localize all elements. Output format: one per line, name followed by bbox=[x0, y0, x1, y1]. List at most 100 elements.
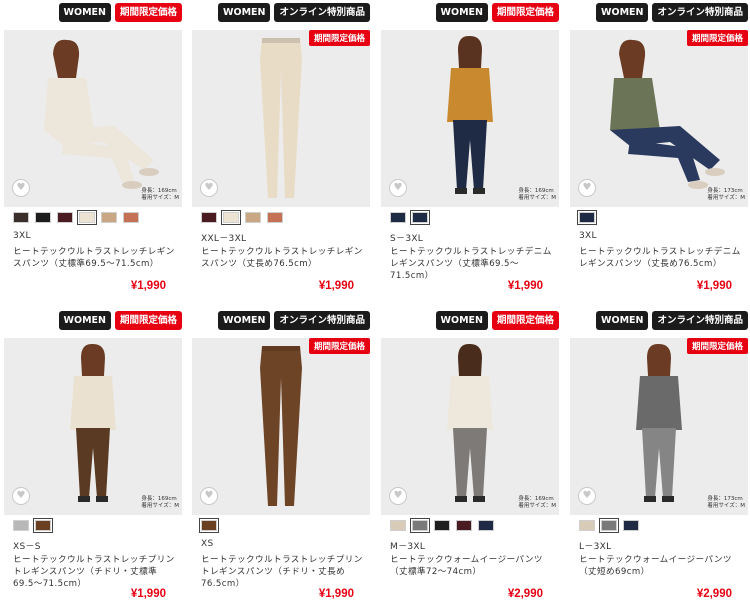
product-title[interactable]: ヒートテックウォームイージーパンツ（丈短め69cm） bbox=[579, 554, 744, 578]
badge-group: WOMEN オンライン特別商品 bbox=[218, 311, 370, 331]
favorite-heart-icon[interactable]: ♥ bbox=[200, 487, 218, 505]
favorite-heart-icon[interactable]: ♥ bbox=[389, 487, 407, 505]
product-card[interactable]: WOMEN オンライン特別商品 期間限定価格 ♥ 身長：173cm 着用サイズ：M 3XL ヒ… bbox=[570, 3, 748, 303]
color-swatch[interactable] bbox=[57, 212, 73, 223]
badge-group: WOMEN 期間限定価格 bbox=[58, 3, 182, 23]
product-price: ¥1,990 bbox=[318, 588, 354, 600]
color-swatch[interactable] bbox=[13, 520, 29, 531]
color-swatch[interactable] bbox=[390, 520, 406, 531]
color-swatch[interactable] bbox=[35, 212, 51, 223]
color-swatch[interactable] bbox=[623, 520, 639, 531]
limited-price-badge: 期間限定価格 bbox=[491, 3, 559, 22]
color-swatch[interactable] bbox=[599, 518, 619, 533]
model-note-line: 着用サイズ：M bbox=[707, 503, 745, 509]
model-note-line: 身長：169cm bbox=[141, 496, 177, 502]
limited-price-badge: 期間限定価格 bbox=[491, 311, 559, 330]
category-badge: WOMEN bbox=[58, 3, 111, 22]
product-card[interactable]: WOMEN 期間限定価格 ♥ 身長：169cm 着用サイズ：M 3XL ヒートテックウルトラ… bbox=[4, 3, 182, 303]
limited-price-tag: 期間限定価格 bbox=[686, 30, 748, 46]
model-note-line: 身長：169cm bbox=[518, 188, 554, 194]
product-image[interactable]: 期間限定価格 ♥ 身長：173cm 着用サイズ：M bbox=[570, 30, 748, 207]
favorite-heart-icon[interactable]: ♥ bbox=[12, 179, 30, 197]
badge-group: WOMEN 期間限定価格 bbox=[58, 311, 182, 331]
color-swatch[interactable] bbox=[579, 520, 595, 531]
color-swatch[interactable] bbox=[410, 210, 430, 225]
product-title[interactable]: ヒートテックウルトラストレッチレギンスパンツ（丈長め76.5cm） bbox=[201, 246, 366, 270]
product-title[interactable]: ヒートテックウルトラストレッチプリントレギンスパンツ（チドリ・丈長め76.5cm… bbox=[201, 554, 366, 590]
limited-price-tag: 期間限定価格 bbox=[686, 338, 748, 354]
color-swatch[interactable] bbox=[434, 520, 450, 531]
product-title[interactable]: ヒートテックウルトラストレッチプリントレギンスパンツ（チドリ・丈標準69.5〜7… bbox=[13, 554, 178, 590]
badge-group: WOMEN オンライン特別商品 bbox=[596, 3, 748, 23]
product-card[interactable]: WOMEN オンライン特別商品期間限定価格 ♥ XXL－3XL ヒートテックウルトラスト… bbox=[192, 3, 370, 303]
product-price: ¥1,990 bbox=[696, 280, 732, 292]
favorite-heart-icon[interactable]: ♥ bbox=[389, 179, 407, 197]
category-badge: WOMEN bbox=[58, 311, 111, 330]
model-note-line: 身長：173cm bbox=[707, 496, 743, 502]
product-image[interactable]: 期間限定価格 ♥ bbox=[192, 30, 370, 207]
product-card[interactable]: WOMEN 期間限定価格 ♥ 身長：169cm 着用サイズ：M S－3XL ヒートテックウル… bbox=[381, 3, 559, 303]
product-card[interactable]: WOMEN 期間限定価格 ♥ 身長：169cm 着用サイズ：M M－3XL ヒートテックウォ… bbox=[381, 311, 559, 603]
product-title[interactable]: ヒートテックウォームイージーパンツ（丈標準72〜74cm） bbox=[390, 554, 555, 578]
favorite-heart-icon[interactable]: ♥ bbox=[578, 487, 596, 505]
model-note-line: 身長：169cm bbox=[141, 188, 177, 194]
model-note-line: 身長：169cm bbox=[518, 496, 554, 502]
model-figure bbox=[447, 343, 493, 502]
color-swatch[interactable] bbox=[201, 212, 217, 223]
favorite-heart-icon[interactable]: ♥ bbox=[200, 179, 218, 197]
color-swatch[interactable] bbox=[267, 212, 283, 223]
model-figure bbox=[70, 343, 116, 502]
favorite-heart-icon[interactable]: ♥ bbox=[12, 487, 30, 505]
product-image[interactable]: ♥ 身長：169cm 着用サイズ：M bbox=[4, 338, 182, 515]
model-figure bbox=[636, 343, 682, 502]
color-swatches bbox=[199, 518, 219, 533]
color-swatch[interactable] bbox=[33, 518, 53, 533]
product-card[interactable]: WOMEN オンライン特別商品期間限定価格 ♥ 身長：173cm 着用サイズ：M L－3X… bbox=[570, 311, 748, 603]
product-grid: WOMEN 期間限定価格 ♥ 身長：169cm 着用サイズ：M 3XL ヒートテックウルトラ… bbox=[0, 0, 750, 603]
color-swatch[interactable] bbox=[101, 212, 117, 223]
color-swatch[interactable] bbox=[245, 212, 261, 223]
category-badge: オンライン特別商品 bbox=[274, 311, 370, 330]
size-range: S－3XL bbox=[390, 234, 424, 244]
badge-group: WOMEN オンライン特別商品 bbox=[218, 3, 370, 23]
color-swatch[interactable] bbox=[577, 210, 597, 225]
product-card[interactable]: WOMEN オンライン特別商品 期間限定価格 ♥ XS ヒートテックウルトラストレッチプリ… bbox=[192, 311, 370, 603]
color-swatch[interactable] bbox=[410, 518, 430, 533]
product-title[interactable]: ヒートテックウルトラストレッチデニムレギンスパンツ（丈標準69.5〜71.5cm… bbox=[390, 246, 555, 282]
color-swatch[interactable] bbox=[221, 210, 241, 225]
model-note-line: 着用サイズ：M bbox=[141, 503, 179, 509]
product-price: ¥2,990 bbox=[696, 588, 732, 600]
product-title[interactable]: ヒートテックウルトラストレッチレギンスパンツ（丈標準69.5〜71.5cm） bbox=[13, 246, 178, 270]
color-swatch[interactable] bbox=[199, 518, 219, 533]
category-badge: オンライン特別商品 bbox=[652, 311, 748, 330]
product-title[interactable]: ヒートテックウルトラストレッチデニムレギンスパンツ（丈長め76.5cm） bbox=[579, 246, 744, 270]
size-range: L－3XL bbox=[579, 542, 612, 552]
product-image[interactable]: ♥ 身長：169cm 着用サイズ：M bbox=[381, 30, 559, 207]
product-image[interactable]: 期間限定価格 ♥ 身長：173cm 着用サイズ：M bbox=[570, 338, 748, 515]
model-size-note: 身長：169cm 着用サイズ：M bbox=[141, 188, 179, 202]
color-swatch[interactable] bbox=[478, 520, 494, 531]
favorite-heart-icon[interactable]: ♥ bbox=[578, 179, 596, 197]
product-image[interactable]: 期間限定価格 ♥ bbox=[192, 338, 370, 515]
category-badge: オンライン特別商品 bbox=[274, 3, 370, 22]
model-size-note: 身長：173cm 着用サイズ：M bbox=[707, 188, 745, 202]
limited-price-tag: 期間限定価格 bbox=[308, 30, 370, 46]
product-price: ¥1,990 bbox=[507, 280, 543, 292]
color-swatch[interactable] bbox=[390, 212, 406, 223]
product-card[interactable]: WOMEN 期間限定価格 ♥ 身長：169cm 着用サイズ：M XS－S ヒートテックウルト… bbox=[4, 311, 182, 603]
color-swatch[interactable] bbox=[77, 210, 97, 225]
color-swatch[interactable] bbox=[123, 212, 139, 223]
model-size-note: 身長：169cm 着用サイズ：M bbox=[518, 496, 556, 510]
category-badge: WOMEN bbox=[218, 311, 271, 330]
product-price: ¥2,990 bbox=[507, 588, 543, 600]
model-note-line: 着用サイズ：M bbox=[707, 195, 745, 201]
size-range: XXL－3XL bbox=[201, 234, 247, 244]
size-range: M－3XL bbox=[390, 542, 426, 552]
color-swatches bbox=[13, 518, 53, 533]
color-swatch[interactable] bbox=[13, 212, 29, 223]
color-swatch[interactable] bbox=[456, 520, 472, 531]
product-image[interactable]: ♥ 身長：169cm 着用サイズ：M bbox=[4, 30, 182, 207]
badge-group: WOMEN オンライン特別商品 bbox=[596, 311, 748, 331]
product-image[interactable]: ♥ 身長：169cm 着用サイズ：M bbox=[381, 338, 559, 515]
size-range: XS－S bbox=[13, 542, 41, 552]
